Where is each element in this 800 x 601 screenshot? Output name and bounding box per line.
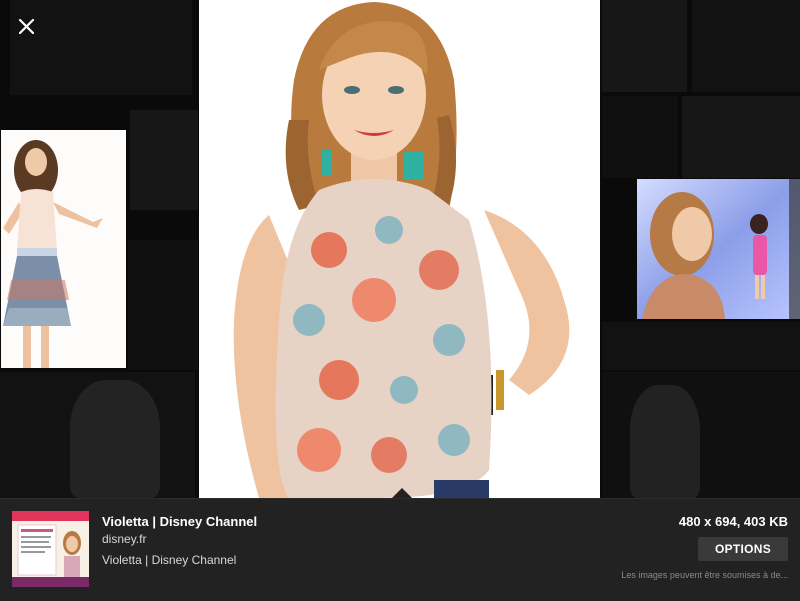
next-image-thumbnail[interactable]	[637, 179, 800, 319]
girl-in-skirt-image	[1, 130, 126, 368]
image-viewer	[0, 0, 800, 498]
copyright-notice[interactable]: Les images peuvent être soumises à de...	[621, 570, 788, 580]
image-description: Violetta | Disney Channel	[102, 553, 237, 567]
background-result-tile[interactable]	[682, 96, 800, 178]
tv-scene-image	[637, 179, 800, 319]
woman-portrait-image	[199, 0, 600, 498]
info-bar-notch	[392, 488, 412, 498]
background-result-tile[interactable]	[602, 0, 687, 92]
background-result-tile[interactable]	[128, 240, 198, 370]
background-person-silhouette	[70, 380, 160, 498]
main-image[interactable]	[199, 0, 600, 498]
image-title-link[interactable]: Violetta | Disney Channel	[102, 514, 257, 529]
background-result-tile[interactable]	[692, 0, 800, 92]
close-icon	[18, 18, 35, 35]
close-button[interactable]	[10, 10, 44, 44]
previous-image-thumbnail[interactable]	[1, 130, 126, 368]
image-dimensions: 480 x 694, 403 KB	[678, 514, 788, 529]
source-page-preview	[12, 511, 89, 587]
options-button[interactable]: OPTIONS	[698, 537, 788, 561]
background-person-silhouette	[630, 385, 700, 498]
source-page-thumbnail[interactable]	[12, 511, 89, 587]
source-domain[interactable]: disney.fr	[102, 532, 146, 546]
background-result-tile[interactable]	[602, 322, 800, 370]
background-result-tile[interactable]	[602, 96, 678, 178]
background-result-tile[interactable]	[130, 110, 198, 210]
